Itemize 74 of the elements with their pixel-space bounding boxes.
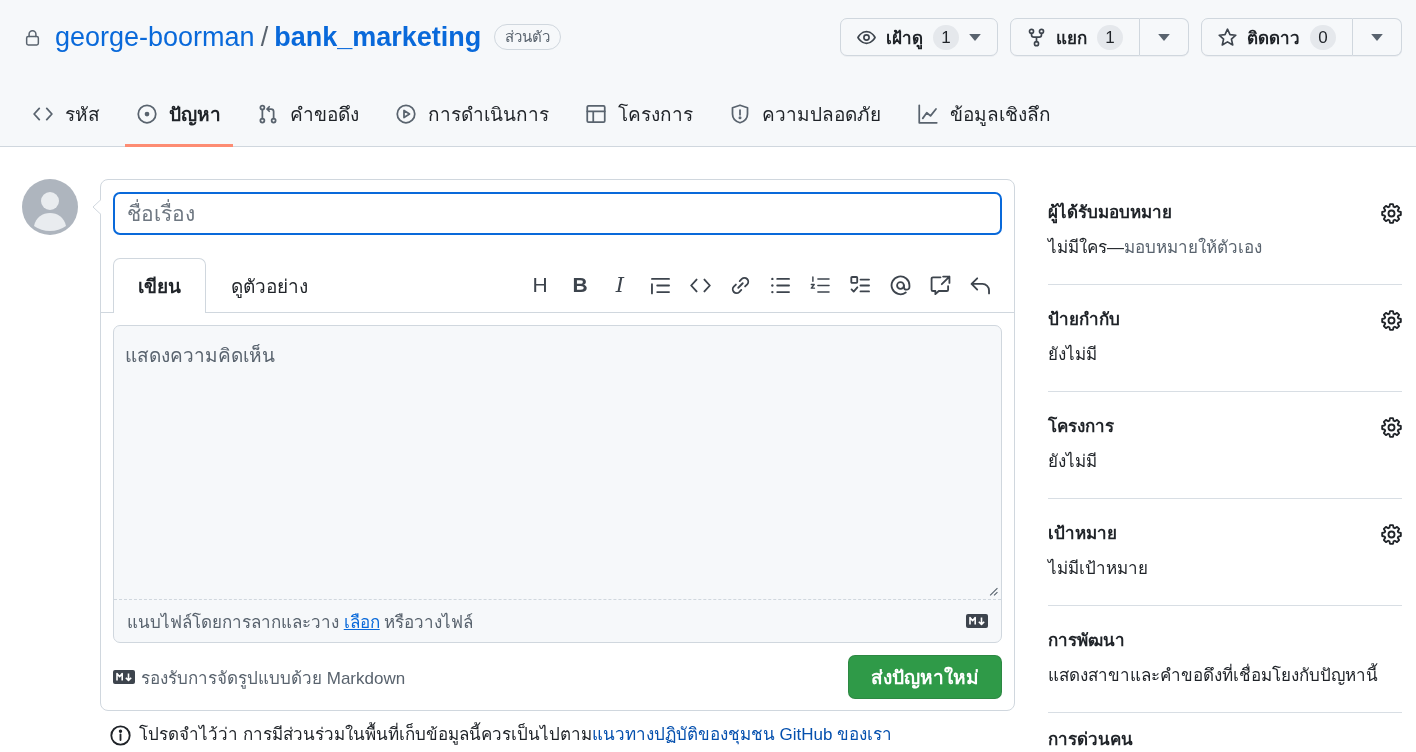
repo-tab[interactable]: คำขอดึง <box>246 84 371 147</box>
watch-button[interactable]: เฝ้าดู 1 <box>840 18 998 56</box>
comment-field[interactable]: แสดงความคิดเห็น แนบไฟล์โดยการลากและวาง เลือก หรือวางไฟล์ <box>113 325 1002 643</box>
settings-icon <box>1380 309 1402 331</box>
info-icon <box>110 724 131 746</box>
sidebar-heading: เป้าหมาย <box>1048 523 1117 545</box>
reference-icon <box>929 274 951 296</box>
sidebar-value: ไม่มีเป้าหมาย <box>1048 558 1149 580</box>
settings-button[interactable] <box>1380 523 1402 545</box>
fork-icon <box>1027 27 1046 47</box>
avatar-placeholder <box>22 179 78 235</box>
issue-icon <box>137 104 157 124</box>
sidebar-value: ยังไม่มี <box>1048 451 1098 473</box>
caret-icon <box>969 33 981 41</box>
markdown-icon <box>113 670 135 684</box>
link-icon <box>729 274 751 296</box>
community-guidelines-link[interactable]: แนวทางปฏิบัติของชุมชน GitHub ของเรา <box>591 725 893 744</box>
star-menu-button[interactable] <box>1353 18 1402 56</box>
editor-tab[interactable]: ดูตัวอย่าง <box>206 258 333 313</box>
pull-request-icon <box>258 104 278 124</box>
guidelines-text: โปรดจำไว้ว่า การมีส่วนร่วมในพื้นที่เก็บข้อมูลนี้ควรเป็นไปตามแนวทางปฏิบัติของชุมชน GitHub ของเรา <box>139 724 893 746</box>
markdown-icon <box>966 614 988 628</box>
fork-menu-button[interactable] <box>1140 18 1189 56</box>
resize-grip-icon[interactable] <box>989 587 998 596</box>
repo-name-link[interactable]: bank_marketing <box>274 21 482 53</box>
settings-button[interactable] <box>1380 202 1402 224</box>
repo-tab[interactable]: ปัญหา <box>125 84 233 147</box>
shield-icon <box>730 104 750 124</box>
assign-yourself-link[interactable]: มอบหมายให้ตัวเอง <box>1124 238 1262 257</box>
submit-issue-button[interactable]: ส่งปัญหาใหม่ <box>848 655 1002 699</box>
bold-button[interactable]: B <box>564 269 596 301</box>
settings-icon <box>1380 523 1402 545</box>
undo-icon <box>969 274 991 296</box>
settings-icon <box>1380 202 1402 224</box>
comment-input[interactable]: แสดงความคิดเห็น <box>114 326 1001 599</box>
italic-button[interactable]: I <box>604 269 636 301</box>
sidebar-heading: การด่วนคน <box>1048 729 1133 751</box>
mention-icon <box>889 274 911 296</box>
fork-button[interactable]: แยก 1 <box>1010 18 1140 56</box>
star-button[interactable]: ติดดาว 0 <box>1201 18 1353 56</box>
lock-icon <box>24 27 41 47</box>
editor-tab[interactable]: เขียน <box>113 258 206 313</box>
play-icon <box>396 104 416 124</box>
attach-files-text: แนบไฟล์โดยการลากและวาง เลือก หรือวางไฟล์ <box>127 611 474 634</box>
repo-tab[interactable]: ความปลอดภัย <box>718 84 893 147</box>
sidebar-heading: ป้ายกำกับ <box>1048 309 1120 331</box>
settings-button[interactable] <box>1380 416 1402 438</box>
choose-files-link[interactable]: เลือก <box>343 612 380 632</box>
numbered-list-icon <box>809 274 831 296</box>
caret-icon <box>1371 33 1383 41</box>
repo-tab[interactable]: รหัส <box>21 84 112 147</box>
repo-owner-link[interactable]: george-boorman <box>55 21 255 53</box>
heading-button[interactable]: H <box>524 269 556 301</box>
sidebar-value: แสดงสาขาและคำขอดึงที่เชื่อมโยงกับปัญหานี้ <box>1048 665 1402 687</box>
sidebar-value: ยังไม่มี <box>1048 344 1098 366</box>
markdown-support-text: รองรับการจัดรูปแบบด้วย Markdown <box>141 667 406 691</box>
count-badge: 1 <box>1097 24 1123 50</box>
sidebar-value: ไม่มีใคร—มอบหมายให้ตัวเอง <box>1048 237 1263 259</box>
settings-button[interactable] <box>1380 309 1402 331</box>
sidebar-heading: การพัฒนา <box>1048 630 1125 652</box>
sidebar-heading: ผู้ได้รับมอบหมาย <box>1048 202 1172 224</box>
title-input[interactable]: ชื่อเรื่อง <box>113 192 1002 235</box>
sidebar-heading: โครงการ <box>1048 416 1114 438</box>
path-separator: / <box>260 21 269 53</box>
count-badge: 0 <box>1310 24 1336 50</box>
repo-tab[interactable]: ข้อมูลเชิงลึก <box>906 84 1063 147</box>
table-icon <box>586 104 606 124</box>
count-badge: 1 <box>933 24 959 50</box>
caret-icon <box>1158 33 1170 41</box>
star-icon <box>1218 27 1237 47</box>
settings-icon <box>1380 416 1402 438</box>
graph-icon <box>918 104 938 124</box>
repo-tab[interactable]: โครงการ <box>574 84 705 147</box>
repo-tab[interactable]: การดำเนินการ <box>384 84 561 147</box>
